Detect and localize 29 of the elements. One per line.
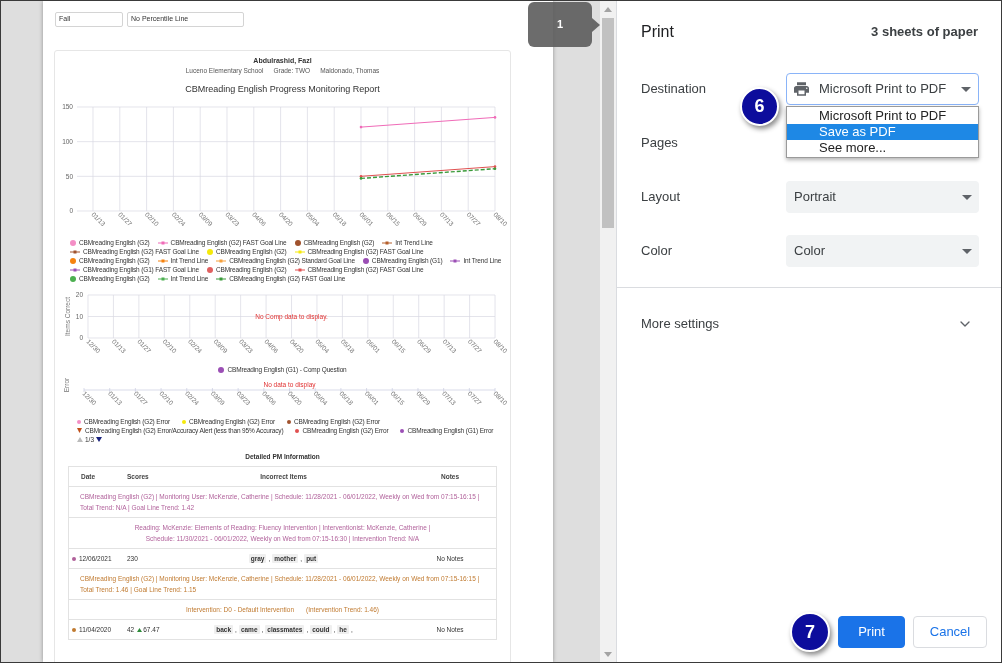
page-down-icon[interactable] bbox=[96, 437, 103, 442]
step-number-badge: 7 bbox=[790, 612, 830, 652]
print-button[interactable]: Print bbox=[838, 616, 905, 648]
scrollbar-thumb[interactable] bbox=[602, 18, 614, 228]
step-number-badge: 6 bbox=[740, 87, 779, 126]
sheet-count: 3 sheets of paper bbox=[871, 23, 978, 41]
report-title: CBMreading English Progress Monitoring Report bbox=[184, 83, 381, 95]
pointer-arrow-icon bbox=[592, 18, 600, 32]
dropdown-option[interactable]: See more... bbox=[787, 140, 978, 156]
dropdown-option[interactable]: Save as PDF bbox=[787, 124, 978, 140]
cancel-button[interactable]: Cancel bbox=[913, 616, 987, 648]
up-triangle-icon bbox=[137, 627, 143, 632]
scroll-down-icon[interactable] bbox=[604, 652, 612, 657]
setting-select[interactable]: Portrait bbox=[786, 181, 979, 213]
page-number-badge: 1 bbox=[528, 2, 592, 47]
setting-label: Destination bbox=[641, 80, 708, 99]
more-settings-toggle[interactable]: More settings bbox=[617, 288, 1001, 360]
setting-select[interactable]: Color bbox=[786, 235, 979, 267]
print-title: Print bbox=[641, 22, 674, 42]
caret-down-icon bbox=[961, 86, 971, 92]
caret-down-icon bbox=[962, 194, 972, 200]
destination-select[interactable]: Microsoft Print to PDF bbox=[786, 73, 979, 105]
setting-label: Pages bbox=[641, 134, 679, 153]
setting-label: Color bbox=[641, 242, 674, 261]
caret-down-icon bbox=[962, 248, 972, 254]
setting-label: Layout bbox=[641, 188, 682, 207]
scroll-up-icon[interactable] bbox=[604, 7, 612, 12]
dropdown-option[interactable]: Microsoft Print to PDF bbox=[787, 108, 978, 124]
printer-icon bbox=[794, 82, 809, 96]
